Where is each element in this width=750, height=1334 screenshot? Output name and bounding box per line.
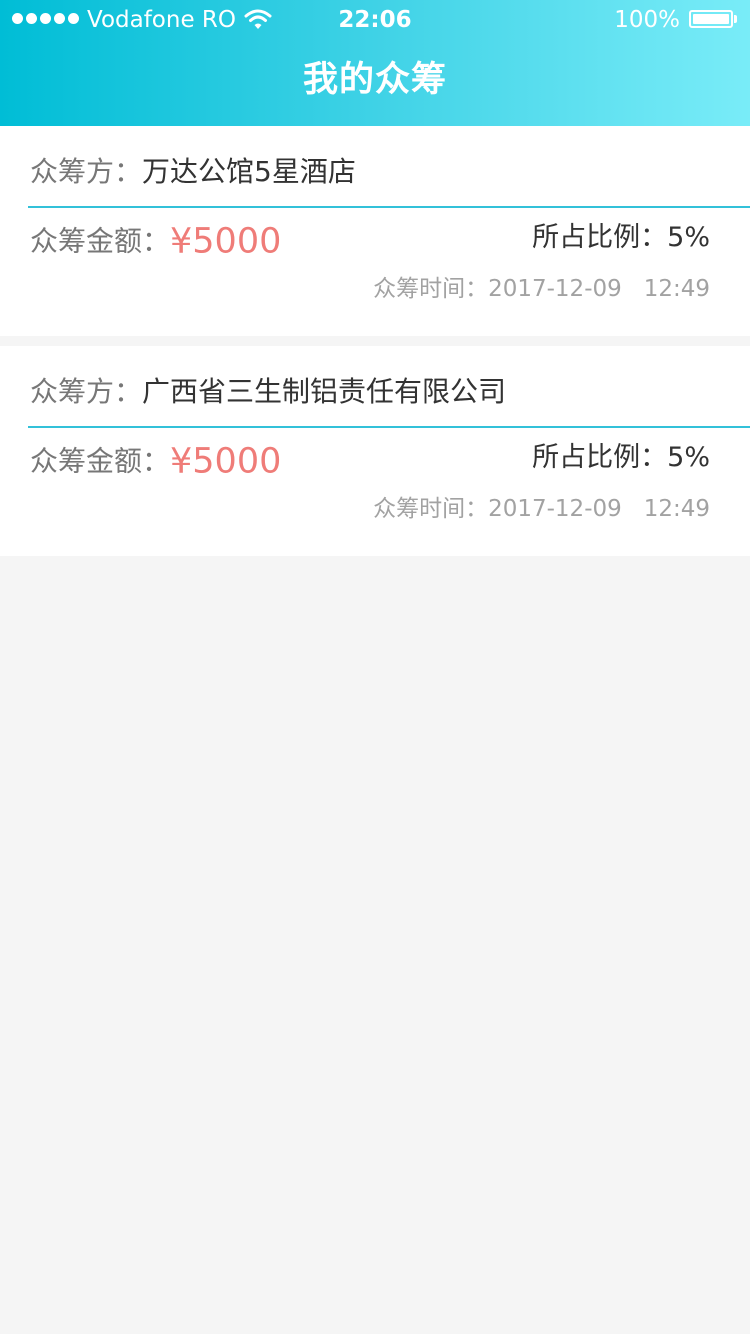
card-divider — [28, 206, 750, 208]
party-name: 广西省三生制铝责任有限公司 — [142, 375, 507, 408]
time-label: 众筹时间： — [373, 276, 489, 302]
party-name: 万达公馆5星酒店 — [142, 155, 356, 188]
crowdfund-card[interactable]: 众筹方：广西省三生制铝责任有限公司 众筹金额：¥5000 所占比例：5% 众筹时… — [0, 346, 750, 556]
time-clock: 12:49 — [643, 276, 710, 302]
party-row: 众筹方：广西省三生制铝责任有限公司 — [30, 368, 506, 416]
ratio-row: 所占比例：5% — [532, 436, 710, 480]
ratio-label: 所占比例： — [532, 222, 668, 253]
amount-label: 众筹金额： — [30, 224, 171, 258]
time-date: 2017-12-09 — [488, 276, 622, 302]
amount-value: ¥5000 — [170, 221, 282, 262]
battery-nub — [734, 15, 737, 23]
time-date: 2017-12-09 — [488, 496, 622, 522]
ratio-row: 所占比例：5% — [532, 216, 710, 260]
amount-row: 众筹金额：¥5000 — [30, 216, 281, 266]
card-divider — [28, 426, 750, 428]
amount-row: 众筹金额：¥5000 — [30, 436, 281, 486]
amount-value: ¥5000 — [170, 441, 282, 482]
status-bar: Vodafone RO 22:06 100% — [0, 0, 750, 40]
battery-icon — [689, 10, 733, 28]
time-row: 众筹时间：2017-12-09 12:49 — [373, 492, 710, 526]
party-row: 众筹方：万达公馆5星酒店 — [30, 148, 356, 196]
ratio-label: 所占比例： — [532, 442, 668, 473]
amount-label: 众筹金额： — [30, 444, 171, 478]
party-label: 众筹方： — [30, 375, 143, 408]
ratio-value: 5% — [667, 222, 710, 253]
time-clock: 12:49 — [643, 496, 710, 522]
app-header: Vodafone RO 22:06 100% 我的众筹 — [0, 0, 750, 126]
battery-percent: 100% — [614, 7, 680, 33]
crowdfund-card[interactable]: 众筹方：万达公馆5星酒店 众筹金额：¥5000 所占比例：5% 众筹时间：201… — [0, 126, 750, 336]
party-label: 众筹方： — [30, 155, 143, 188]
ratio-value: 5% — [667, 442, 710, 473]
time-row: 众筹时间：2017-12-09 12:49 — [373, 272, 710, 306]
time-label: 众筹时间： — [373, 496, 489, 522]
page-title: 我的众筹 — [302, 60, 447, 100]
